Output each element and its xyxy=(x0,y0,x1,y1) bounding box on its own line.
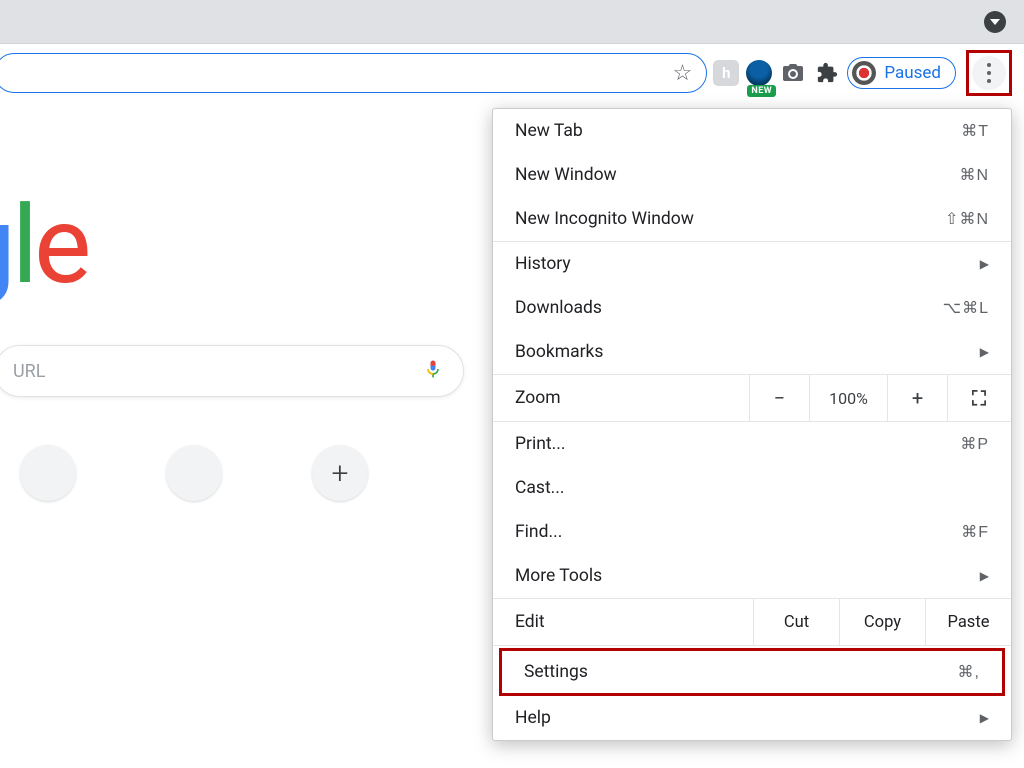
fullscreen-button[interactable] xyxy=(947,375,1011,421)
profile-chip[interactable]: Paused xyxy=(847,57,956,89)
profile-avatar-icon xyxy=(852,61,876,85)
edit-paste-button[interactable]: Paste xyxy=(925,599,1011,645)
menu-item-downloads[interactable]: Downloads⌥⌘L xyxy=(493,286,1011,330)
tab-search-button[interactable] xyxy=(984,11,1006,33)
chevron-right-icon: ▶ xyxy=(980,711,989,725)
menu-item-new-incognito[interactable]: New Incognito Window⇧⌘N xyxy=(493,197,1011,241)
chevron-right-icon: ▶ xyxy=(980,569,989,583)
menu-item-edit: Edit Cut Copy Paste xyxy=(493,599,1011,645)
menu-item-zoom: Zoom − 100% + xyxy=(493,375,1011,421)
zoom-value: 100% xyxy=(809,375,887,421)
shortcut-tile[interactable] xyxy=(20,445,76,501)
search-input[interactable]: URL xyxy=(0,345,464,397)
highlight-box-settings: Settings⌘, xyxy=(499,648,1005,696)
chrome-menu: New Tab⌘T New Window⌘N New Incognito Win… xyxy=(492,108,1012,741)
menu-item-find[interactable]: Find...⌘F xyxy=(493,510,1011,554)
plus-icon: + xyxy=(332,456,349,491)
chrome-menu-button[interactable] xyxy=(972,56,1006,90)
menu-item-help[interactable]: Help▶ xyxy=(493,696,1011,740)
add-shortcut-button[interactable]: + xyxy=(312,445,368,501)
zoom-out-button[interactable]: − xyxy=(749,375,809,421)
tab-strip xyxy=(0,0,1024,44)
voice-search-icon[interactable] xyxy=(423,356,443,386)
edit-copy-button[interactable]: Copy xyxy=(839,599,925,645)
new-badge: NEW xyxy=(747,85,776,97)
toolbar: ☆ h NEW Paused xyxy=(0,44,1024,102)
search-placeholder: URL xyxy=(13,361,423,382)
chevron-right-icon: ▶ xyxy=(980,345,989,359)
extension-honey-icon[interactable]: h xyxy=(713,60,739,86)
bookmark-star-icon[interactable]: ☆ xyxy=(673,61,693,86)
extension-icon[interactable]: NEW xyxy=(745,59,773,87)
menu-item-history[interactable]: History▶ xyxy=(493,242,1011,286)
fullscreen-icon xyxy=(972,386,987,410)
address-bar[interactable]: ☆ xyxy=(0,53,707,93)
screenshot-extension-icon[interactable] xyxy=(779,59,807,87)
edit-cut-button[interactable]: Cut xyxy=(753,599,839,645)
shortcut-tile[interactable] xyxy=(166,445,222,501)
menu-item-new-window[interactable]: New Window⌘N xyxy=(493,153,1011,197)
menu-item-bookmarks[interactable]: Bookmarks▶ xyxy=(493,330,1011,374)
menu-item-more-tools[interactable]: More Tools▶ xyxy=(493,554,1011,598)
menu-item-settings[interactable]: Settings⌘, xyxy=(502,651,1002,693)
menu-item-cast[interactable]: Cast... xyxy=(493,466,1011,510)
menu-item-new-tab[interactable]: New Tab⌘T xyxy=(493,109,1011,153)
chevron-right-icon: ▶ xyxy=(980,257,989,271)
highlight-box-menu xyxy=(966,50,1012,96)
menu-item-print[interactable]: Print...⌘P xyxy=(493,422,1011,466)
zoom-in-button[interactable]: + xyxy=(887,375,947,421)
profile-status-label: Paused xyxy=(884,63,941,83)
extensions-icon[interactable] xyxy=(813,59,841,87)
